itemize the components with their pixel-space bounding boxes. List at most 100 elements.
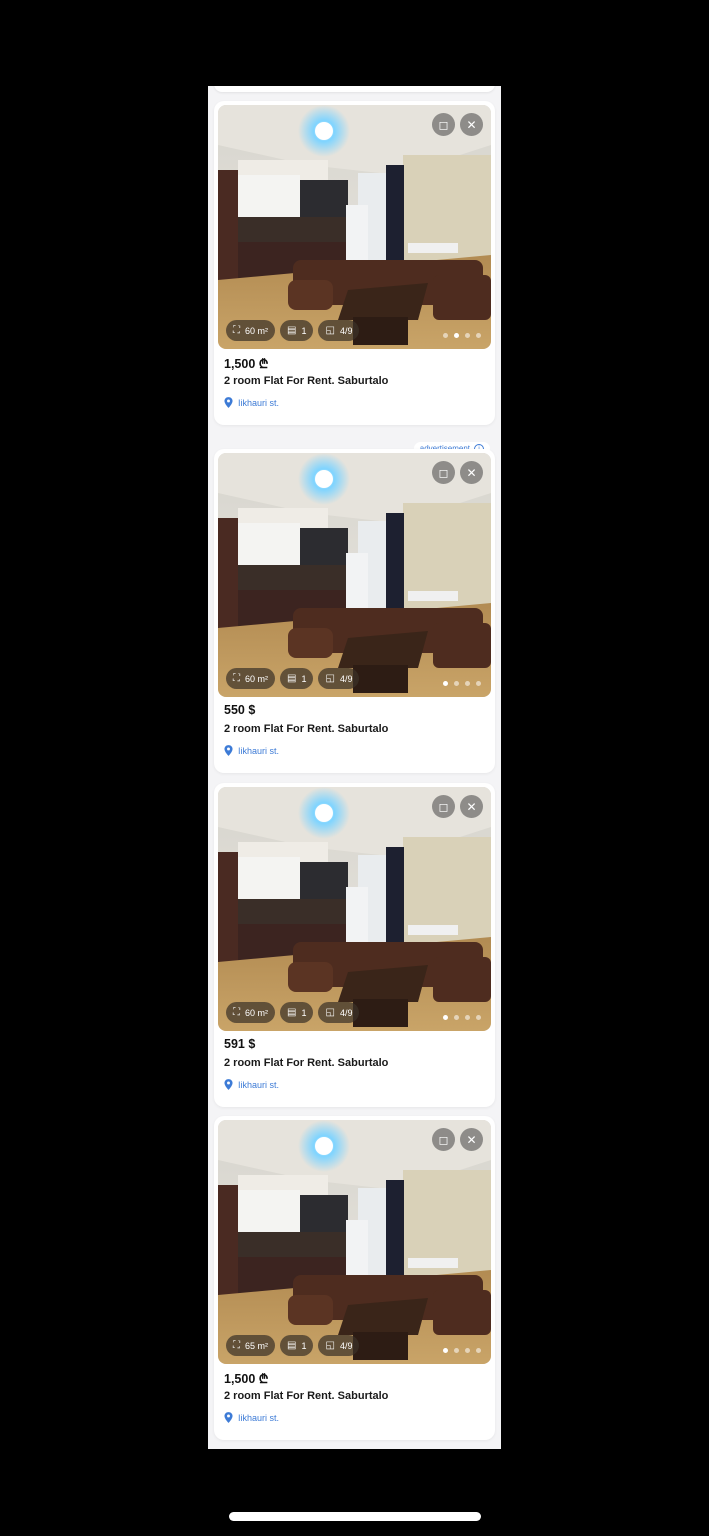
pagination-dot[interactable] xyxy=(465,1015,470,1020)
photo-pagination[interactable] xyxy=(443,1348,481,1353)
pagination-dot[interactable] xyxy=(476,1015,481,1020)
floor-value: 4/9 xyxy=(339,673,353,684)
listing-card[interactable]: ◻ ✕ ⛶ 60 m² ▤ 1 ◱ 4/9 591 $ 2 room Flat … xyxy=(214,783,495,1107)
listing-card[interactable]: ◻ ✕ ⛶ 60 m² ▤ 1 ◱ 4/9 1,500 ₾ 2 room Fla… xyxy=(214,101,495,425)
address-text: Iikhauri st. xyxy=(238,397,280,408)
bedrooms-chip: ▤ 1 xyxy=(280,1002,314,1023)
expand-icon: ⛶ xyxy=(233,673,240,684)
area-value: 60 m² xyxy=(245,673,269,684)
listing-price: 1,500 ₾ xyxy=(224,1372,269,1386)
pagination-dot[interactable] xyxy=(443,333,448,338)
stairs-icon: ◱ xyxy=(325,673,335,684)
bedrooms-value: 1 xyxy=(301,1007,307,1018)
pagination-dot[interactable] xyxy=(454,1015,459,1020)
address-text: Iikhauri st. xyxy=(238,1412,280,1423)
location-pin-icon xyxy=(224,1079,233,1090)
bed-icon: ▤ xyxy=(287,1340,297,1351)
listing-address[interactable]: Iikhauri st. xyxy=(224,1079,279,1090)
bookmark-icon[interactable]: ◻ xyxy=(432,1128,455,1151)
photo-pagination[interactable] xyxy=(443,1015,481,1020)
pagination-dot[interactable] xyxy=(443,681,448,686)
listing-feed: advertisement i xyxy=(208,86,501,1449)
address-text: Iikhauri st. xyxy=(238,745,280,756)
listing-specs: ⛶ 60 m² ▤ 1 ◱ 4/9 xyxy=(226,320,360,341)
close-icon[interactable]: ✕ xyxy=(460,113,483,136)
location-pin-icon xyxy=(224,1412,233,1423)
area-chip: ⛶ 60 m² xyxy=(226,320,276,341)
listing-specs: ⛶ 60 m² ▤ 1 ◱ 4/9 xyxy=(226,1002,360,1023)
listing-address[interactable]: Iikhauri st. xyxy=(224,745,279,756)
pagination-dot[interactable] xyxy=(454,681,459,686)
pagination-dot[interactable] xyxy=(476,681,481,686)
listing-address[interactable]: Iikhauri st. xyxy=(224,1412,279,1423)
listing-title[interactable]: 2 room Flat For Rent. Saburtalo xyxy=(224,1390,388,1402)
listing-title[interactable]: 2 room Flat For Rent. Saburtalo xyxy=(224,1057,388,1069)
bed-icon: ▤ xyxy=(287,1007,297,1018)
area-chip: ⛶ 65 m² xyxy=(226,1335,276,1356)
expand-icon: ⛶ xyxy=(233,325,240,336)
listing-card[interactable]: ◻ ✕ ⛶ 65 m² ▤ 1 ◱ 4/9 1,500 ₾ 2 room Fla… xyxy=(214,1116,495,1440)
pagination-dot[interactable] xyxy=(465,333,470,338)
pagination-dot[interactable] xyxy=(443,1348,448,1353)
bookmark-icon[interactable]: ◻ xyxy=(432,795,455,818)
bedrooms-chip: ▤ 1 xyxy=(280,668,314,689)
listing-title[interactable]: 2 room Flat For Rent. Saburtalo xyxy=(224,723,388,735)
apartment-photo xyxy=(218,453,491,697)
bedrooms-chip: ▤ 1 xyxy=(280,320,314,341)
listing-photo[interactable]: ◻ ✕ ⛶ 60 m² ▤ 1 ◱ 4/9 xyxy=(218,453,491,697)
listing-photo[interactable]: ◻ ✕ ⛶ 60 m² ▤ 1 ◱ 4/9 xyxy=(218,105,491,349)
floor-chip: ◱ 4/9 xyxy=(318,668,360,689)
pagination-dot[interactable] xyxy=(443,1015,448,1020)
bookmark-icon[interactable]: ◻ xyxy=(432,113,455,136)
area-chip: ⛶ 60 m² xyxy=(226,1002,276,1023)
expand-icon: ⛶ xyxy=(233,1340,240,1351)
listing-card[interactable]: ◻ ✕ ⛶ 60 m² ▤ 1 ◱ 4/9 550 $ 2 room Flat … xyxy=(214,449,495,773)
close-icon[interactable]: ✕ xyxy=(460,461,483,484)
previous-card-edge xyxy=(214,86,495,92)
expand-icon: ⛶ xyxy=(233,1007,240,1018)
area-value: 60 m² xyxy=(245,1007,269,1018)
listing-specs: ⛶ 60 m² ▤ 1 ◱ 4/9 xyxy=(226,668,360,689)
floor-value: 4/9 xyxy=(339,1007,353,1018)
floor-chip: ◱ 4/9 xyxy=(318,1335,360,1356)
apartment-photo xyxy=(218,1120,491,1364)
photo-pagination[interactable] xyxy=(443,681,481,686)
bed-icon: ▤ xyxy=(287,325,297,336)
apartment-photo xyxy=(218,787,491,1031)
stairs-icon: ◱ xyxy=(325,325,335,336)
stairs-icon: ◱ xyxy=(325,1340,335,1351)
listing-price: 591 $ xyxy=(224,1037,256,1051)
location-pin-icon xyxy=(224,745,233,756)
floor-value: 4/9 xyxy=(339,325,353,336)
listing-address[interactable]: Iikhauri st. xyxy=(224,397,279,408)
bed-icon: ▤ xyxy=(287,673,297,684)
pagination-dot[interactable] xyxy=(454,1348,459,1353)
bedrooms-chip: ▤ 1 xyxy=(280,1335,314,1356)
pagination-dot[interactable] xyxy=(454,333,459,338)
pagination-dot[interactable] xyxy=(476,1348,481,1353)
listing-title[interactable]: 2 room Flat For Rent. Saburtalo xyxy=(224,375,388,387)
floor-chip: ◱ 4/9 xyxy=(318,320,360,341)
close-icon[interactable]: ✕ xyxy=(460,795,483,818)
bookmark-icon[interactable]: ◻ xyxy=(432,461,455,484)
bedrooms-value: 1 xyxy=(301,1340,307,1351)
home-indicator[interactable] xyxy=(229,1512,481,1521)
area-chip: ⛶ 60 m² xyxy=(226,668,276,689)
bedrooms-value: 1 xyxy=(301,673,307,684)
pagination-dot[interactable] xyxy=(465,681,470,686)
area-value: 65 m² xyxy=(245,1340,269,1351)
photo-pagination[interactable] xyxy=(443,333,481,338)
listing-specs: ⛶ 65 m² ▤ 1 ◱ 4/9 xyxy=(226,1335,360,1356)
bedrooms-value: 1 xyxy=(301,325,307,336)
address-text: Iikhauri st. xyxy=(238,1079,280,1090)
listing-photo[interactable]: ◻ ✕ ⛶ 65 m² ▤ 1 ◱ 4/9 xyxy=(218,1120,491,1364)
pagination-dot[interactable] xyxy=(476,333,481,338)
floor-chip: ◱ 4/9 xyxy=(318,1002,360,1023)
pagination-dot[interactable] xyxy=(465,1348,470,1353)
close-icon[interactable]: ✕ xyxy=(460,1128,483,1151)
listing-photo[interactable]: ◻ ✕ ⛶ 60 m² ▤ 1 ◱ 4/9 xyxy=(218,787,491,1031)
listing-price: 550 $ xyxy=(224,703,256,717)
floor-value: 4/9 xyxy=(339,1340,353,1351)
location-pin-icon xyxy=(224,397,233,408)
area-value: 60 m² xyxy=(245,325,269,336)
